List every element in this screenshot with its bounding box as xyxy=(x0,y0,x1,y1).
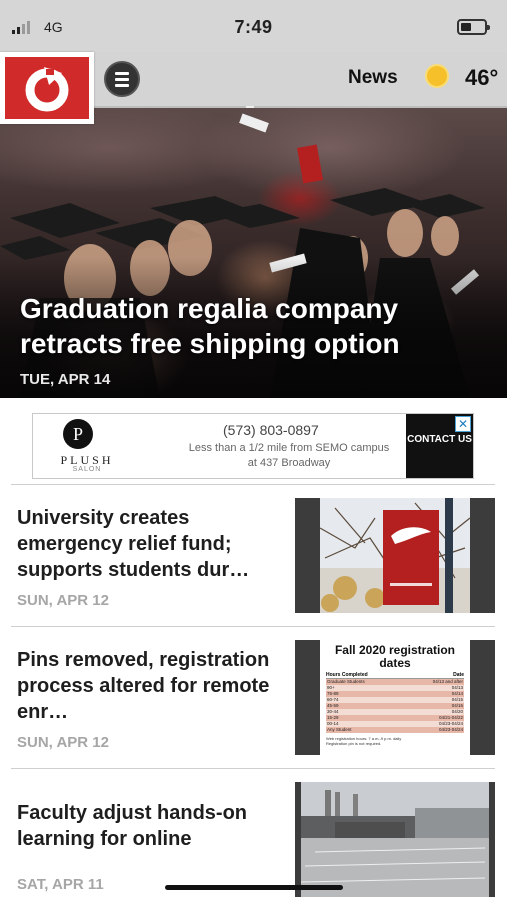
graphic-cell-date: 04/23-04/24 xyxy=(438,727,463,732)
battery-icon xyxy=(457,19,490,35)
weather-temperature[interactable]: 46° xyxy=(465,65,498,91)
list-item[interactable]: University creates emergency relief fund… xyxy=(0,485,507,625)
section-title[interactable]: News xyxy=(348,67,398,89)
sun-icon xyxy=(427,66,447,86)
hero-date: TUE, APR 14 xyxy=(20,371,111,388)
graphic-cell-hours: Any Student xyxy=(327,727,352,732)
status-time: 7:49 xyxy=(234,17,273,37)
close-icon[interactable]: ✕ xyxy=(455,416,471,432)
app-screen: 4G 7:49 News 46° Graduation regalia comp… xyxy=(0,0,507,900)
home-indicator[interactable] xyxy=(165,885,343,890)
hero-headline[interactable]: Graduation regalia company retracts free… xyxy=(20,291,490,361)
ad-brand-subtitle: SALON xyxy=(72,466,102,473)
story-thumbnail[interactable] xyxy=(295,498,495,613)
story-thumbnail[interactable]: Fall 2020 registration dates Hours Compl… xyxy=(295,640,495,755)
status-bar: 4G 7:49 xyxy=(0,0,507,52)
story-date: SAT, APR 11 xyxy=(17,876,104,893)
ad-logo: P PLUSH SALON xyxy=(33,414,139,478)
ad-text-line-1: Less than a 1/2 mile from SEMO campus xyxy=(188,442,390,454)
app-logo[interactable] xyxy=(0,52,94,124)
story-headline[interactable]: Faculty adjust hands-on learning for onl… xyxy=(17,800,287,852)
ad-logo-mark: P xyxy=(63,419,93,449)
graphic-column-left: Hours Completed xyxy=(326,672,368,678)
banner-photo xyxy=(319,498,471,613)
list-item[interactable]: Faculty adjust hands-on learning for onl… xyxy=(0,769,507,900)
hamburger-icon xyxy=(115,71,129,75)
story-headline[interactable]: Pins removed, registration process alter… xyxy=(17,647,287,725)
story-thumbnail[interactable] xyxy=(295,782,495,897)
list-item[interactable]: Pins removed, registration process alter… xyxy=(0,627,507,767)
graphic-heading: Fall 2020 registration dates xyxy=(334,643,456,670)
story-date: SUN, APR 12 xyxy=(17,592,109,609)
advertisement-banner[interactable]: P PLUSH SALON (573) 803-0897 Less than a… xyxy=(32,413,474,479)
menu-button[interactable] xyxy=(104,61,140,97)
campus-building-photo xyxy=(295,782,495,897)
graphic-column-right: Date xyxy=(453,672,464,678)
hero-story[interactable]: Graduation regalia company retracts free… xyxy=(0,108,507,398)
registration-dates-graphic: Fall 2020 registration dates Hours Compl… xyxy=(320,640,470,755)
story-headline[interactable]: University creates emergency relief fund… xyxy=(17,505,287,583)
refresh-arrow-icon xyxy=(5,57,89,119)
graphic-note: Registration pin is not required. xyxy=(326,741,382,746)
story-date: SUN, APR 12 xyxy=(17,734,109,751)
app-header: News 46° xyxy=(0,52,507,124)
graphic-table-row: Any Student 04/23-04/24 xyxy=(326,727,464,733)
ad-phone: (573) 803-0897 xyxy=(223,422,319,438)
ad-text-line-2: at 437 Broadway xyxy=(247,457,331,469)
